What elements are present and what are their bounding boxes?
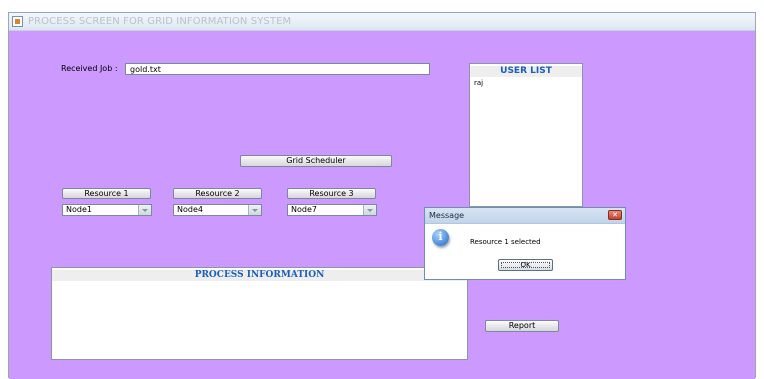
dropdown-arrow-icon[interactable] bbox=[248, 205, 261, 215]
title-bar[interactable]: PROCESS SCREEN FOR GRID INFORMATION SYST… bbox=[9, 13, 755, 31]
process-information-panel: PROCESS INFORMATION bbox=[51, 267, 468, 360]
received-job-label: Received Job : bbox=[61, 64, 118, 73]
user-list-item[interactable]: raj bbox=[474, 79, 483, 87]
information-icon bbox=[432, 229, 449, 246]
resource-3-button[interactable]: Resource 3 bbox=[287, 188, 376, 199]
resource-2-node-value: Node4 bbox=[177, 205, 203, 214]
resource-1-node-select[interactable]: Node1 bbox=[62, 204, 152, 216]
process-information-area[interactable] bbox=[54, 282, 465, 357]
dialog-title: Message bbox=[429, 211, 465, 220]
user-list-title: USER LIST bbox=[470, 66, 582, 77]
user-list-panel: USER LIST raj bbox=[469, 63, 583, 207]
dropdown-arrow-icon[interactable] bbox=[363, 205, 376, 215]
dropdown-arrow-icon[interactable] bbox=[138, 205, 151, 215]
dialog-message: Resource 1 selected bbox=[470, 238, 541, 246]
content-area: Received Job : gold.txt Grid Scheduler R… bbox=[9, 31, 755, 379]
main-window: PROCESS SCREEN FOR GRID INFORMATION SYST… bbox=[8, 12, 756, 379]
java-app-icon bbox=[12, 16, 23, 27]
resource-2-node-select[interactable]: Node4 bbox=[173, 204, 262, 216]
resource-3-node-select[interactable]: Node7 bbox=[287, 204, 377, 216]
dialog-title-bar[interactable]: Message ✕ bbox=[425, 208, 625, 224]
ok-button[interactable]: OK bbox=[498, 259, 553, 271]
resource-1-node-value: Node1 bbox=[66, 205, 92, 214]
window-title: PROCESS SCREEN FOR GRID INFORMATION SYST… bbox=[28, 16, 292, 27]
process-information-title: PROCESS INFORMATION bbox=[52, 270, 467, 281]
received-job-field[interactable]: gold.txt bbox=[125, 63, 430, 75]
report-button[interactable]: Report bbox=[485, 320, 559, 332]
grid-scheduler-button[interactable]: Grid Scheduler bbox=[240, 155, 392, 167]
message-dialog: Message ✕ Resource 1 selected OK bbox=[424, 207, 626, 280]
resource-3-node-value: Node7 bbox=[291, 205, 317, 214]
resource-1-button[interactable]: Resource 1 bbox=[62, 188, 151, 199]
resource-2-button[interactable]: Resource 2 bbox=[173, 188, 262, 199]
close-icon[interactable]: ✕ bbox=[608, 210, 622, 220]
